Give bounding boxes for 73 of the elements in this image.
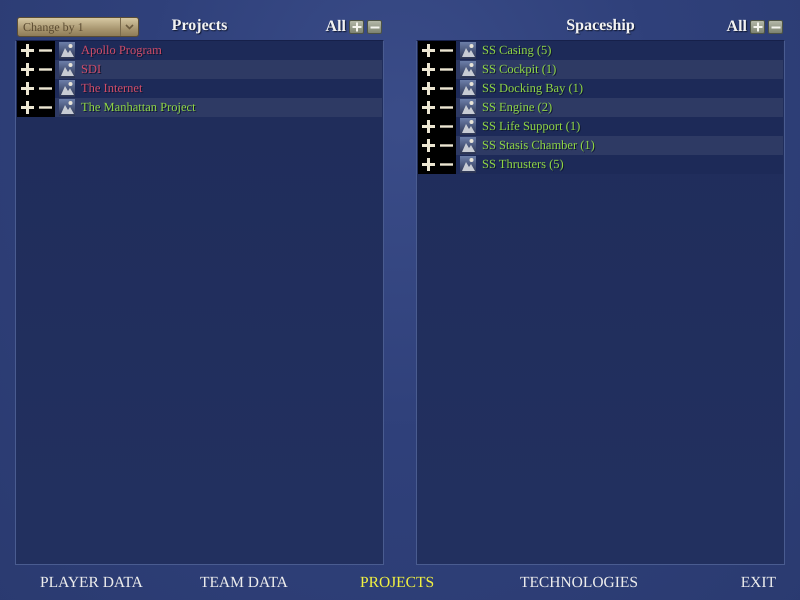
minus-icon [38, 87, 52, 90]
minus-icon [770, 26, 780, 28]
item-label: Apollo Program [81, 43, 162, 58]
plus-icon [422, 44, 434, 57]
minus-icon [370, 26, 380, 28]
item-label: SS Life Support (1) [482, 119, 580, 134]
add-all-button[interactable] [750, 20, 765, 34]
picture-icon [460, 118, 476, 135]
nav-tab[interactable]: EXIT [740, 574, 776, 592]
picture-icon [460, 61, 476, 78]
plus-icon [422, 101, 434, 114]
increase-button[interactable] [421, 62, 435, 76]
minus-icon [440, 144, 452, 147]
nav-tab[interactable]: TECHNOLOGIES [520, 574, 638, 592]
item-label: SS Thrusters (5) [482, 157, 564, 172]
item-label: SS Stasis Chamber (1) [482, 138, 595, 153]
picture-icon [460, 99, 476, 116]
minus-icon [440, 49, 452, 52]
nav-tab[interactable]: PROJECTS [360, 574, 434, 592]
plus-icon [422, 120, 434, 133]
minus-icon [440, 125, 452, 128]
item-label: SS Casing (5) [482, 43, 552, 58]
plus-icon [20, 101, 34, 114]
increase-button[interactable] [421, 100, 435, 114]
plus-icon [422, 82, 434, 95]
plus-icon [352, 22, 362, 32]
plus-icon [422, 158, 434, 171]
plus-icon [422, 63, 434, 76]
picture-icon [59, 99, 75, 116]
nav-tab[interactable]: TEAM DATA [200, 574, 288, 592]
increase-button[interactable] [421, 158, 435, 172]
picture-icon [460, 80, 476, 97]
plus-icon [422, 139, 434, 152]
item-label: SS Docking Bay (1) [482, 81, 584, 96]
minus-icon [440, 87, 452, 90]
picture-icon [460, 156, 476, 173]
picture-icon [460, 137, 476, 154]
increase-button[interactable] [20, 44, 34, 58]
nav-tab[interactable]: PLAYER DATA [40, 574, 143, 592]
increase-button[interactable] [421, 120, 435, 134]
increase-button[interactable] [421, 138, 435, 152]
picture-icon [460, 42, 476, 59]
item-label: The Manhattan Project [81, 100, 196, 115]
plus-icon [20, 82, 34, 95]
add-all-button[interactable] [349, 20, 364, 34]
item-label: SS Engine (2) [482, 100, 552, 115]
increase-button[interactable] [421, 82, 435, 96]
increase-button[interactable] [20, 100, 34, 114]
item-label: SDI [81, 62, 102, 77]
minus-icon [38, 106, 52, 109]
panel-title: Spaceship [566, 17, 635, 35]
picture-icon [59, 80, 75, 97]
minus-icon [38, 68, 52, 71]
caret-icon [125, 24, 134, 30]
increase-button[interactable] [421, 44, 435, 58]
plus-icon [20, 44, 34, 57]
picture-icon [59, 61, 75, 78]
plus-icon [752, 22, 762, 32]
minus-icon [440, 106, 452, 109]
all-label: All [326, 18, 346, 36]
remove-all-button[interactable] [367, 20, 382, 34]
item-label: The Internet [81, 81, 142, 96]
picture-icon [59, 42, 75, 59]
all-label: All [726, 18, 747, 36]
item-label: SS Cockpit (1) [482, 62, 556, 77]
panel-title: Projects [172, 17, 228, 35]
remove-all-button[interactable] [768, 20, 783, 34]
increase-button[interactable] [20, 62, 34, 76]
minus-icon [38, 49, 52, 52]
plus-icon [20, 63, 34, 76]
increase-button[interactable] [20, 82, 34, 96]
minus-icon [440, 163, 452, 166]
minus-icon [440, 68, 452, 71]
